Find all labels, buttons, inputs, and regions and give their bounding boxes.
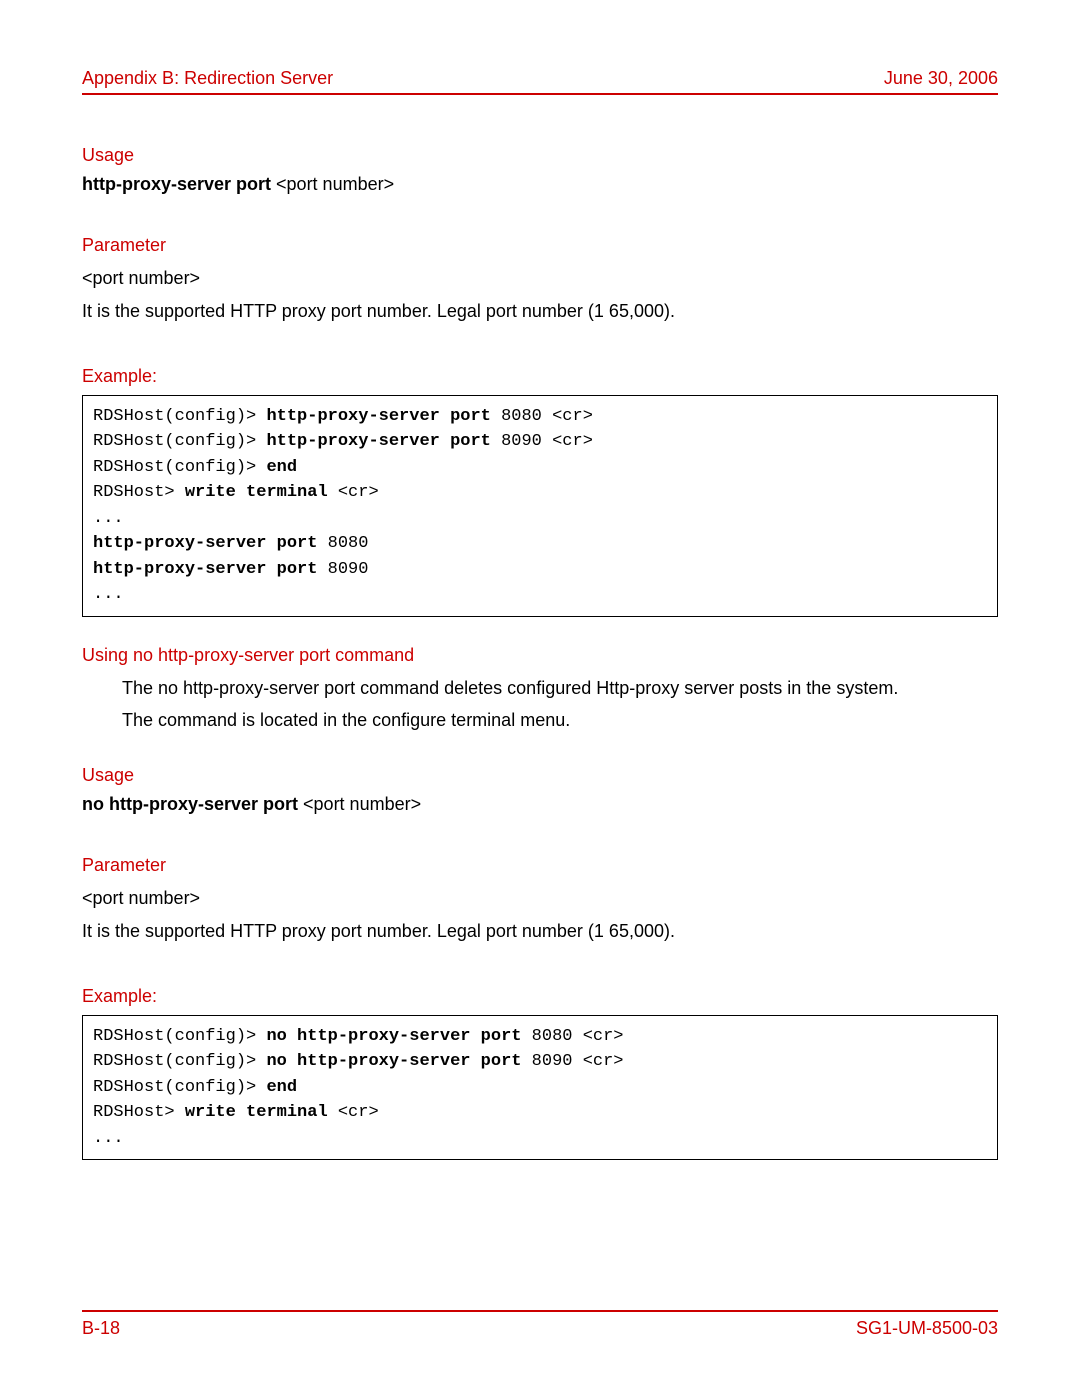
parameter-heading-2: Parameter <box>82 855 998 876</box>
subsection-para: The command is located in the configure … <box>122 706 998 735</box>
parameter-desc: It is the supported HTTP proxy port numb… <box>82 297 998 326</box>
code-bold: write terminal <box>185 483 328 502</box>
example-code: RDSHost(config)> http-proxy-server port … <box>82 395 998 617</box>
code-text: ... <box>93 585 124 604</box>
parameter-name-2: <port number> <box>82 884 998 913</box>
code-text: RDSHost(config)> <box>93 1052 266 1071</box>
code-text: 8090 <cr> <box>521 1052 623 1071</box>
example-code-2: RDSHost(config)> no http-proxy-server po… <box>82 1015 998 1161</box>
subsection-body: The no http-proxy-server port command de… <box>122 674 998 736</box>
code-text: RDSHost(config)> <box>93 1078 266 1097</box>
code-text: 8080 <box>317 534 368 553</box>
code-bold: write terminal <box>185 1103 328 1122</box>
usage-arg-2: <port number> <box>303 794 421 814</box>
code-text: 8080 <cr> <box>521 1027 623 1046</box>
parameter-desc-2: It is the supported HTTP proxy port numb… <box>82 917 998 946</box>
usage-command: http-proxy-server port <box>82 174 276 194</box>
code-text: ... <box>93 1129 124 1148</box>
example-heading: Example: <box>82 366 998 387</box>
parameter-name: <port number> <box>82 264 998 293</box>
code-text: RDSHost(config)> <box>93 1027 266 1046</box>
code-text: RDSHost(config)> <box>93 432 266 451</box>
page-footer: B-18 SG1-UM-8500-03 <box>82 1310 998 1339</box>
page: Appendix B: Redirection Server June 30, … <box>0 0 1080 1397</box>
usage-heading: Usage <box>82 145 998 166</box>
code-text: 8090 <box>317 560 368 579</box>
subsection-para: The no http-proxy-server port command de… <box>122 674 998 703</box>
parameter-block: <port number> It is the supported HTTP p… <box>82 264 998 326</box>
header-date: June 30, 2006 <box>884 68 998 89</box>
code-text: RDSHost(config)> <box>93 407 266 426</box>
usage-arg: <port number> <box>276 174 394 194</box>
code-text: ... <box>93 509 124 528</box>
usage-syntax-2: no http-proxy-server port <port number> <box>82 794 998 815</box>
code-bold: http-proxy-server port <box>266 432 490 451</box>
code-bold: http-proxy-server port <box>93 534 317 553</box>
usage-syntax: http-proxy-server port <port number> <box>82 174 998 195</box>
subsection-heading: Using no http-proxy-server port command <box>82 645 998 666</box>
code-text: <cr> <box>328 483 379 502</box>
code-bold: no http-proxy-server port <box>266 1027 521 1046</box>
parameter-heading: Parameter <box>82 235 998 256</box>
code-bold: http-proxy-server port <box>93 560 317 579</box>
code-text: RDSHost> <box>93 483 185 502</box>
code-text: RDSHost(config)> <box>93 458 266 477</box>
page-header: Appendix B: Redirection Server June 30, … <box>82 68 998 95</box>
parameter-block-2: <port number> It is the supported HTTP p… <box>82 884 998 946</box>
footer-doc-id: SG1-UM-8500-03 <box>856 1318 998 1339</box>
code-text: <cr> <box>328 1103 379 1122</box>
code-bold: end <box>266 1078 297 1097</box>
usage-heading-2: Usage <box>82 765 998 786</box>
code-text: RDSHost> <box>93 1103 185 1122</box>
header-left: Appendix B: Redirection Server <box>82 68 333 89</box>
footer-page-number: B-18 <box>82 1318 120 1339</box>
example-heading-2: Example: <box>82 986 998 1007</box>
code-bold: no http-proxy-server port <box>266 1052 521 1071</box>
usage-command-2: no http-proxy-server port <box>82 794 303 814</box>
code-text: 8090 <cr> <box>491 432 593 451</box>
code-bold: end <box>266 458 297 477</box>
code-bold: http-proxy-server port <box>266 407 490 426</box>
code-text: 8080 <cr> <box>491 407 593 426</box>
